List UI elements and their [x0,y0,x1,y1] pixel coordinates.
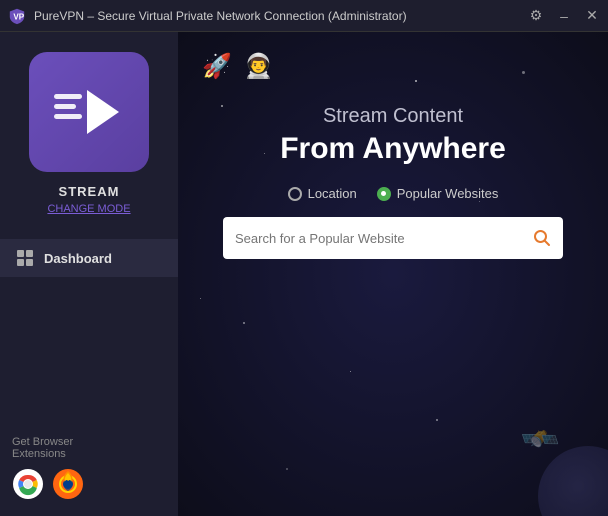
top-decorative-icons: 🚀 👨‍🚀 [202,52,274,81]
chrome-svg [12,468,44,500]
planet-decoration [538,446,608,516]
heading-main: From Anywhere [280,132,506,166]
browser-ext-label: Get BrowserExtensions [12,436,84,460]
chrome-browser-icon[interactable] [12,468,44,500]
search-input[interactable] [235,231,533,246]
heading-subtitle: Stream Content [280,105,506,128]
title-bar-left: VP PureVPN – Secure Virtual Private Netw… [8,7,407,25]
search-icon [533,229,551,247]
svg-text:VP: VP [13,12,24,21]
title-bar: VP PureVPN – Secure Virtual Private Netw… [0,0,608,32]
heading-area: Stream Content From Anywhere [280,105,506,166]
mode-icon-container [29,52,149,172]
sidebar-logo-area: STREAM CHANGE MODE [29,52,149,215]
radio-location[interactable]: Location [288,186,357,201]
title-bar-text: PureVPN – Secure Virtual Private Network… [34,9,407,23]
browser-icons-row [12,468,84,500]
dashboard-icon [16,249,34,267]
purevpn-logo-icon: VP [8,7,26,25]
radio-location-circle [288,187,302,201]
satellite-decoration: 🛰️ [519,418,563,461]
change-mode-link[interactable]: CHANGE MODE [47,203,130,215]
browser-extensions-section: Get BrowserExtensions [12,436,84,500]
search-button[interactable] [533,229,551,247]
radio-popular-websites-label: Popular Websites [397,186,499,201]
main-layout: STREAM CHANGE MODE Dashboard Get Browser… [0,32,608,516]
close-button[interactable]: ✕ [584,7,600,24]
minimize-button[interactable]: – [556,8,572,24]
sidebar: STREAM CHANGE MODE Dashboard Get Browser… [0,32,178,516]
stream-mode-label: STREAM [59,184,120,199]
rocket-icon: 🚀 [202,52,232,81]
radio-popular-websites[interactable]: Popular Websites [377,186,499,201]
radio-options-row: Location Popular Websites [288,186,499,201]
firefox-svg [52,468,84,500]
radio-location-label: Location [308,186,357,201]
content-area: 🚀 👨‍🚀 Stream Content From Anywhere Locat… [178,32,608,516]
dashboard-label: Dashboard [44,251,112,266]
astronaut-icon: 👨‍🚀 [244,52,274,81]
settings-icon[interactable]: ⚙ [528,7,544,24]
radio-popular-websites-circle [377,187,391,201]
firefox-browser-icon[interactable] [52,468,84,500]
sidebar-item-dashboard[interactable]: Dashboard [0,239,178,277]
search-box [223,217,563,259]
title-bar-controls: ⚙ – ✕ [528,7,600,24]
stream-mode-icon [49,72,129,152]
